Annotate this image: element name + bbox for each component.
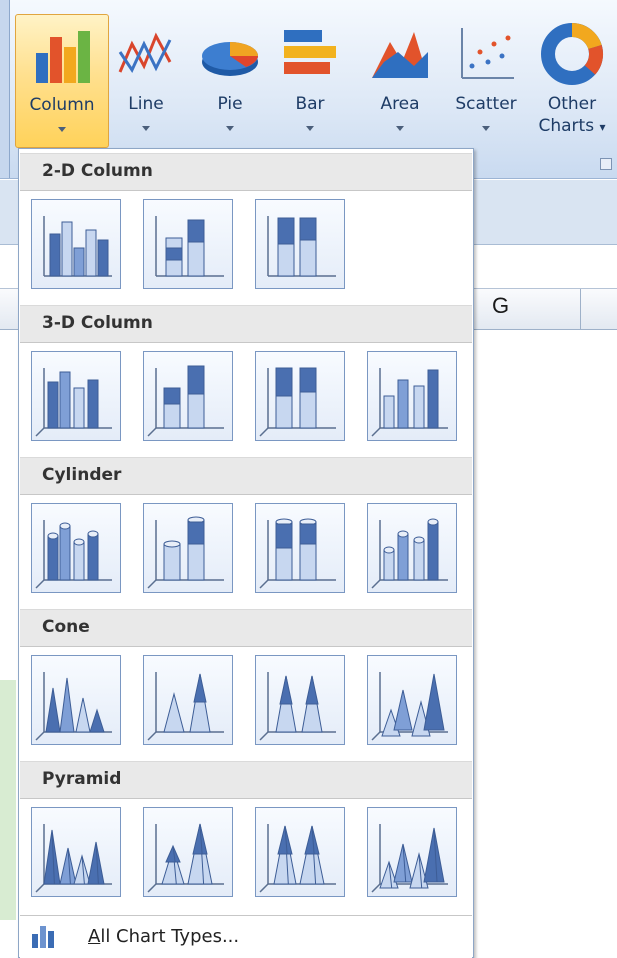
100-stacked-pyramid-chart-icon [259, 824, 336, 893]
gallery-item-clustered-cone[interactable] [31, 655, 121, 745]
3d-column-chart-icon [371, 368, 448, 437]
100-stacked-cone-chart-icon [259, 672, 336, 741]
gallery-item-3d-cone[interactable] [367, 655, 457, 745]
all-chart-types-label: All Chart Types... [88, 926, 240, 947]
gallery-item-stacked-column[interactable] [143, 199, 233, 289]
other-charts-button[interactable]: Other Charts ▾ [532, 14, 612, 146]
gallery-item-stacked-cylinder[interactable] [143, 503, 233, 593]
area-label: Area [380, 94, 420, 114]
line-chart-icon [118, 32, 172, 74]
section-header-cylinder: Cylinder [20, 457, 472, 495]
row-selection-strip [0, 680, 16, 920]
stacked-column-chart-icon [155, 216, 224, 277]
gallery-item-stacked-pyramid[interactable] [143, 807, 233, 897]
pie-chart-button[interactable]: Pie [194, 14, 266, 146]
line-label: Line [128, 94, 164, 114]
chevron-down-icon [306, 126, 314, 131]
column-chart-gallery: 2-D Column 3-D Column Cylinder Cone Pyra… [18, 148, 474, 958]
all-chart-types-icon [32, 926, 54, 948]
chevron-down-icon [142, 126, 150, 131]
gallery-item-100-stacked-pyramid[interactable] [255, 807, 345, 897]
clustered-cone-chart-icon [35, 672, 112, 741]
gallery-item-clustered-cylinder[interactable] [31, 503, 121, 593]
section-header-pyramid: Pyramid [20, 761, 472, 799]
column-chart-icon [36, 31, 90, 83]
dialog-launcher-icon[interactable] [600, 158, 612, 170]
3d-pyramid-chart-icon [371, 824, 448, 893]
gallery-item-3d-stacked-column[interactable] [143, 351, 233, 441]
doughnut-chart-icon [541, 22, 604, 85]
3d-stacked-column-chart-icon [147, 365, 224, 437]
clustered-pyramid-chart-icon [35, 824, 112, 893]
scatter-chart-icon [461, 28, 514, 79]
chevron-down-icon [396, 126, 404, 131]
section-header-3d-column: 3-D Column [20, 305, 472, 343]
gallery-item-clustered-column[interactable] [31, 199, 121, 289]
section-header-cone: Cone [20, 609, 472, 647]
gallery-item-3d-column[interactable] [367, 351, 457, 441]
scatter-chart-button[interactable]: Scatter [446, 14, 526, 146]
bar-label: Bar [295, 94, 325, 114]
pie-label: Pie [217, 94, 243, 114]
pie-chart-icon [202, 42, 258, 76]
section-header-2d-column: 2-D Column [20, 153, 472, 191]
other-label: Other [547, 94, 597, 114]
stacked-cone-chart-icon [147, 672, 224, 741]
3d-cone-chart-icon [371, 672, 448, 741]
3d-cylinder-chart-icon [371, 518, 448, 589]
100-stacked-cylinder-chart-icon [259, 518, 336, 589]
stacked-cylinder-chart-icon [147, 516, 224, 589]
gallery-item-3d-clustered-column[interactable] [31, 351, 121, 441]
all-chart-types-menu-item[interactable]: All Chart Types... [20, 915, 472, 958]
column-label: Column [29, 95, 95, 115]
gallery-item-100-stacked-cylinder[interactable] [255, 503, 345, 593]
scatter-label: Scatter [455, 94, 517, 114]
chevron-down-icon [482, 126, 490, 131]
clustered-cylinder-chart-icon [35, 520, 112, 589]
gallery-item-stacked-cone[interactable] [143, 655, 233, 745]
column-header-g[interactable]: G [492, 293, 509, 319]
gallery-item-clustered-pyramid[interactable] [31, 807, 121, 897]
chevron-down-icon [226, 126, 234, 131]
area-chart-button[interactable]: Area [364, 14, 436, 146]
clustered-column-chart-icon [43, 216, 112, 277]
3d-clustered-column-chart-icon [35, 368, 112, 437]
column-chart-button[interactable]: Column [15, 14, 109, 148]
gallery-item-3d-pyramid[interactable] [367, 807, 457, 897]
gallery-item-100-stacked-cone[interactable] [255, 655, 345, 745]
100-stacked-column-chart-icon [267, 216, 336, 277]
charts-label: Charts ▾ [538, 116, 606, 136]
3d-100-stacked-column-chart-icon [259, 367, 336, 437]
bar-chart-icon [284, 30, 336, 74]
chevron-down-icon [58, 127, 66, 132]
bar-chart-button[interactable]: Bar [276, 14, 344, 146]
gallery-item-3d-100-stacked-column[interactable] [255, 351, 345, 441]
line-chart-button[interactable]: Line [110, 14, 182, 146]
stacked-pyramid-chart-icon [147, 823, 224, 893]
gallery-item-100-stacked-column[interactable] [255, 199, 345, 289]
gallery-item-3d-cylinder[interactable] [367, 503, 457, 593]
area-chart-icon [372, 32, 428, 78]
